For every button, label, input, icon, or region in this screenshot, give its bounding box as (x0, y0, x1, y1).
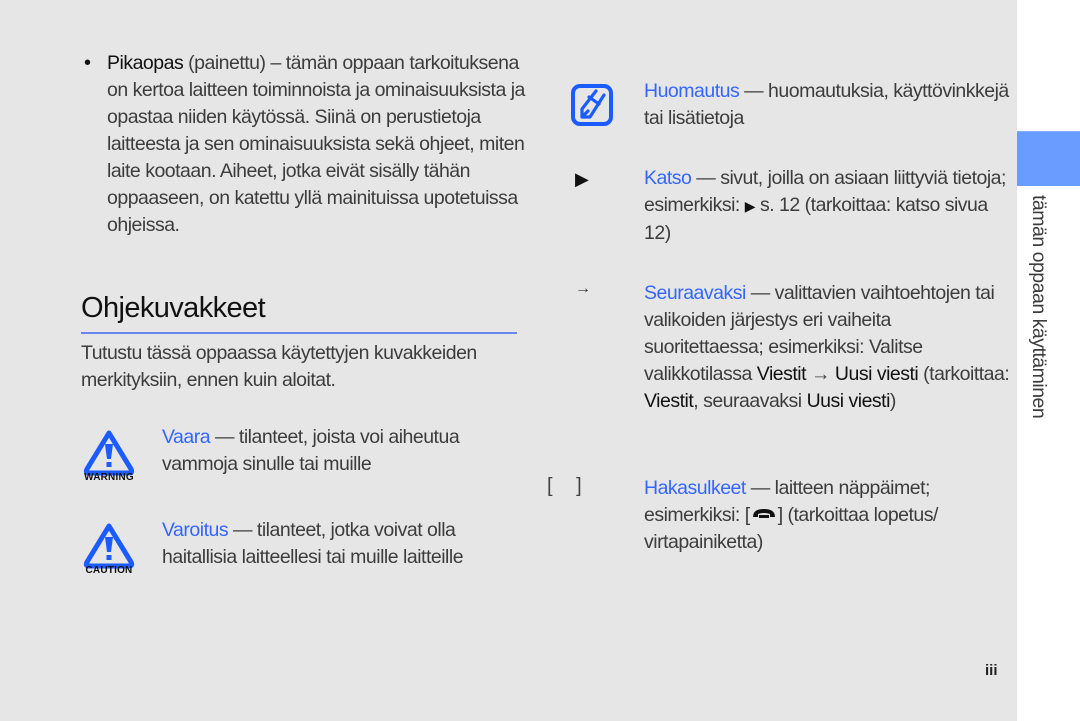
section-heading: Ohjekuvakkeet (81, 292, 266, 324)
icon-row-note: Huomautus — huomautuksia, käyttövinkkejä… (571, 78, 1015, 138)
bullet-dash: – (265, 52, 286, 74)
note-term: Huomautus (644, 80, 740, 102)
icon-row-warning: WARNING Vaara — tilanteet, joista voi ai… (81, 424, 521, 494)
menu-arrow: → (806, 363, 835, 385)
warning-term: Vaara (162, 426, 211, 448)
arrow-right-icon: → (575, 280, 591, 297)
icon-row-caution: CAUTION Varoitus — tilanteet, jotka voiv… (81, 517, 521, 587)
next-desc-3: , seuraavaksi (693, 390, 807, 412)
section-tab-label: tämän oppaan käyttäminen (1028, 195, 1050, 419)
menu-uusi-viesti-2: Uusi viesti (806, 390, 891, 412)
next-desc-4: ) (889, 390, 897, 412)
bullet-text-first: tämän oppaan (285, 52, 405, 74)
next-desc-2: (tarkoittaa: (918, 363, 1010, 385)
brackets-icon: [ ] (547, 475, 582, 497)
menu-uusi-viesti: Uusi viesti (834, 363, 919, 385)
note-pencil-icon (571, 84, 613, 126)
bullet-text-rest: tarkoituksena on kertoa laitteen toiminn… (107, 52, 525, 236)
warning-badge: WARNING (84, 472, 134, 483)
brackets-text: Hakasulkeet — laitteen näppäimet; esimer… (644, 475, 1014, 556)
refer-term: Katso (644, 167, 692, 189)
note-text: Huomautus — huomautuksia, käyttövinkkejä… (644, 78, 1014, 132)
bullet-text: Pikaopas (painettu) – tämän oppaan tarko… (107, 50, 527, 239)
next-text: Seuraavaksi — valittavien vaihtoehtojen … (644, 280, 1014, 415)
menu-viestit: Viestit (756, 363, 807, 385)
refer-text: Katso — sivut, joilla on asiaan liittyvi… (644, 165, 1014, 247)
brackets-term: Hakasulkeet (644, 477, 746, 499)
inline-triangle-icon: ▶ (744, 198, 756, 214)
caution-badge: CAUTION (85, 565, 133, 576)
heading-underline (81, 332, 517, 334)
icon-row-refer: ▶ Katso — sivut, joilla on asiaan liitty… (575, 165, 1015, 255)
page-number: iii (985, 662, 998, 679)
section-tab (1017, 131, 1080, 186)
icon-row-next: → Seuraavaksi — valittavien vaihtoehtoje… (575, 280, 1015, 450)
end-call-key-icon (752, 509, 775, 519)
triangle-right-icon: ▶ (575, 169, 589, 189)
caution-term: Varoitus (162, 519, 229, 541)
menu-viestit-2: Viestit (644, 390, 694, 412)
section-intro: Tutustu tässä oppaassa käytettyjen kuvak… (81, 342, 477, 391)
next-term: Seuraavaksi (644, 282, 746, 304)
bullet-title: Pikaopas (107, 52, 184, 74)
caution-text: Varoitus — tilanteet, jotka voivat olla … (162, 517, 522, 571)
icon-row-brackets: [ ] Hakasulkeet — laitteen näppäimet; es… (547, 475, 1015, 565)
bullet-dot-icon: • (84, 52, 92, 74)
warning-text: Vaara — tilanteet, joista voi aiheutua v… (162, 424, 522, 478)
bullet-qualifier: (painettu) (188, 52, 266, 74)
